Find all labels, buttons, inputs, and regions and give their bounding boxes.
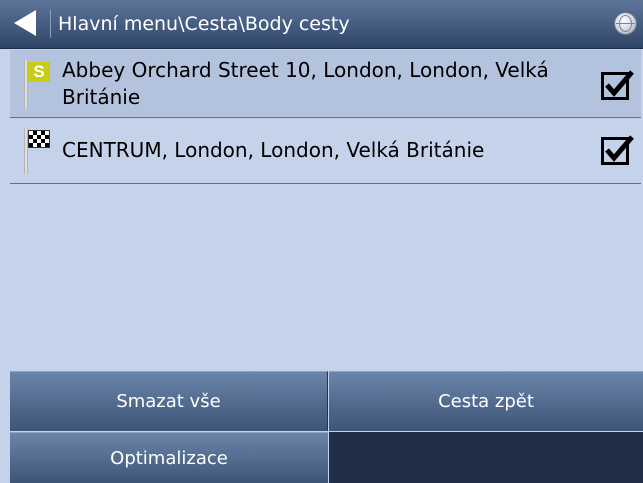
waypoint-list[interactable]: S Abbey Orchard Street 10, London, Londo… [10, 50, 641, 370]
header-bar: Hlavní menu\Cesta\Body cesty [0, 0, 643, 49]
back-arrow-icon[interactable] [14, 10, 36, 36]
checkmark-icon [605, 70, 634, 97]
waypoint-checkbox[interactable] [601, 70, 634, 100]
waypoint-item-finish[interactable]: CENTRUM, London, London, Velká Británie [10, 118, 641, 184]
waypoint-label: CENTRUM, London, London, Velká Británie [62, 138, 485, 162]
checkmark-icon [605, 135, 634, 162]
page-title: Hlavní menu\Cesta\Body cesty [58, 13, 350, 35]
route-back-button[interactable]: Cesta zpět [329, 371, 643, 431]
waypoint-checkbox[interactable] [601, 135, 634, 165]
optimize-button[interactable]: Optimalizace [10, 432, 328, 483]
finish-flag-icon [28, 130, 50, 148]
header-divider [50, 10, 51, 38]
screen: Hlavní menu\Cesta\Body cesty S Abbey Orc… [0, 0, 643, 483]
delete-all-button[interactable]: Smazat vše [10, 371, 328, 431]
waypoint-item-start[interactable]: S Abbey Orchard Street 10, London, Londo… [10, 50, 641, 118]
start-flag-icon: S [28, 62, 50, 82]
start-flag-letter: S [33, 62, 45, 81]
globe-icon[interactable] [614, 12, 637, 35]
waypoint-label: Abbey Orchard Street 10, London, London,… [62, 58, 549, 109]
empty-button-slot [329, 432, 643, 483]
